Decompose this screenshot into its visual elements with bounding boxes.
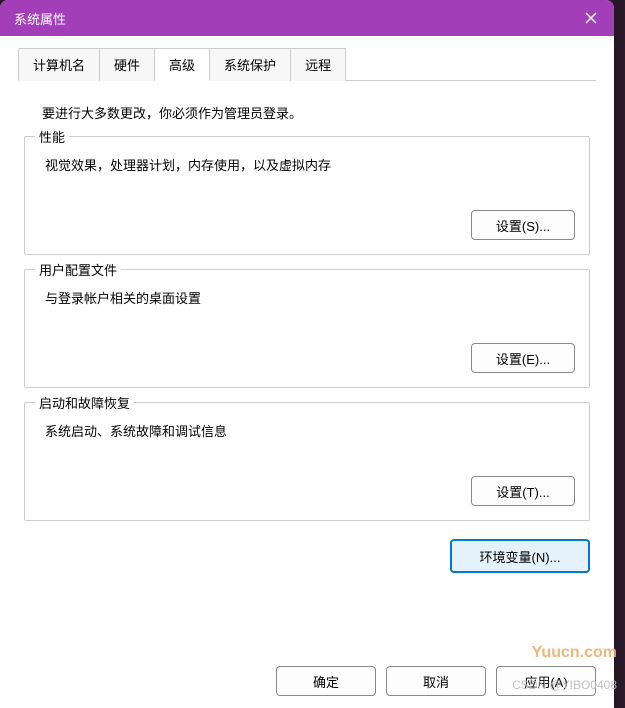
- startup-group: 启动和故障恢复 系统启动、系统故障和调试信息 设置(T)...: [24, 402, 590, 521]
- close-button[interactable]: [568, 0, 614, 36]
- performance-actions: 设置(S)...: [39, 194, 575, 240]
- tab-computer-name[interactable]: 计算机名: [18, 48, 100, 81]
- startup-settings-button[interactable]: 设置(T)...: [471, 476, 575, 506]
- user-profiles-settings-button[interactable]: 设置(E)...: [471, 343, 575, 373]
- cancel-button[interactable]: 取消: [386, 666, 486, 696]
- performance-group: 性能 视觉效果，处理器计划，内存使用，以及虚拟内存 设置(S)...: [24, 136, 590, 255]
- user-profiles-group: 用户配置文件 与登录帐户相关的桌面设置 设置(E)...: [24, 269, 590, 388]
- performance-desc: 视觉效果，处理器计划，内存使用，以及虚拟内存: [39, 147, 575, 194]
- tab-advanced[interactable]: 高级: [155, 48, 210, 81]
- titlebar: 系统属性: [0, 0, 614, 36]
- watermark-logo: Yuucn.com: [532, 644, 617, 662]
- startup-actions: 设置(T)...: [39, 460, 575, 506]
- close-icon: [585, 12, 597, 24]
- tabs-bar: 计算机名 硬件 高级 系统保护 远程: [18, 48, 596, 81]
- user-profiles-desc: 与登录帐户相关的桌面设置: [39, 280, 575, 327]
- tab-hardware[interactable]: 硬件: [100, 48, 155, 81]
- performance-title: 性能: [35, 127, 69, 146]
- ok-button[interactable]: 确定: [276, 666, 376, 696]
- tab-remote[interactable]: 远程: [291, 48, 346, 81]
- tab-system-protection[interactable]: 系统保护: [210, 48, 291, 81]
- watermark-csdn: CSDN @YIBO0408: [512, 678, 617, 692]
- environment-variables-button[interactable]: 环境变量(N)...: [450, 539, 590, 573]
- admin-notice: 要进行大多数更改，你必须作为管理员登录。: [18, 95, 596, 136]
- dialog-title: 系统属性: [14, 9, 66, 28]
- performance-settings-button[interactable]: 设置(S)...: [471, 210, 575, 240]
- user-profiles-title: 用户配置文件: [35, 260, 121, 279]
- dialog-content: 计算机名 硬件 高级 系统保护 远程 要进行大多数更改，你必须作为管理员登录。 …: [0, 36, 614, 587]
- system-properties-dialog: 系统属性 计算机名 硬件 高级 系统保护 远程 要进行大多数更改，你必须作为管理…: [0, 0, 614, 708]
- user-profiles-actions: 设置(E)...: [39, 327, 575, 373]
- env-variables-row: 环境变量(N)...: [24, 539, 590, 573]
- startup-desc: 系统启动、系统故障和调试信息: [39, 413, 575, 460]
- startup-title: 启动和故障恢复: [35, 393, 134, 412]
